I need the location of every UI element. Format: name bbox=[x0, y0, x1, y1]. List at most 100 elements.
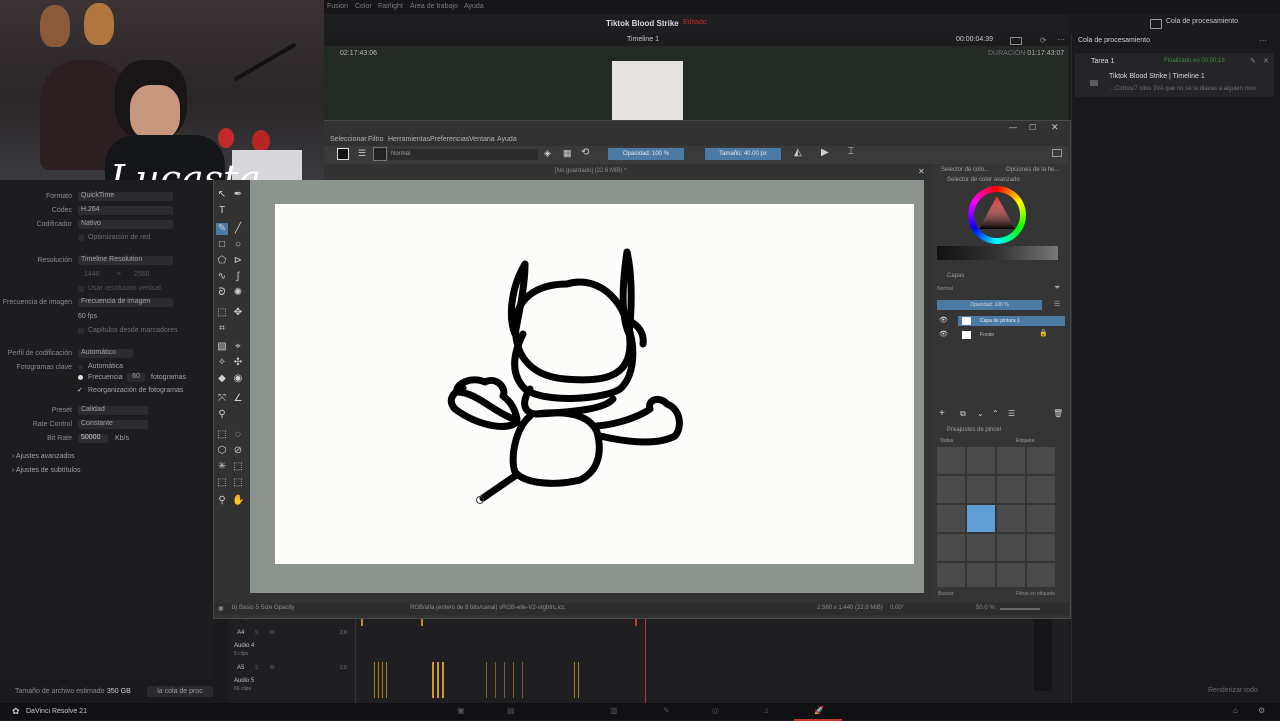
solo-button[interactable]: S bbox=[255, 630, 258, 636]
brush-preset[interactable] bbox=[997, 476, 1025, 503]
brush-preset[interactable] bbox=[1027, 563, 1055, 587]
encoder-select[interactable]: Nativo bbox=[78, 220, 173, 229]
brush-preset[interactable] bbox=[997, 534, 1025, 561]
preset-select[interactable]: Calidad bbox=[78, 406, 148, 415]
brush-preset[interactable] bbox=[997, 505, 1025, 532]
freehand-path-icon[interactable]: ∫ bbox=[232, 271, 244, 283]
freehand-select-icon[interactable]: ⊘ bbox=[232, 445, 244, 457]
more-icon[interactable]: ⋯ bbox=[1057, 35, 1065, 44]
polyline-tool-icon[interactable]: ⊳ bbox=[232, 255, 244, 267]
brush-preset-icon[interactable] bbox=[373, 147, 387, 161]
polygon-select-icon[interactable]: ⬡ bbox=[216, 445, 228, 457]
menu-help[interactable]: Ayuda bbox=[464, 3, 484, 10]
polygon-tool-icon[interactable]: ⬠ bbox=[216, 255, 228, 267]
kf-auto-radio[interactable] bbox=[78, 365, 83, 370]
document-tab[interactable]: [No guardado] (22.6 MiB) * bbox=[555, 168, 626, 174]
status-rotation[interactable]: 0.00° bbox=[890, 605, 904, 611]
kf-every-input[interactable]: 60 bbox=[127, 373, 145, 382]
delete-layer-icon[interactable]: 🗑 bbox=[1053, 409, 1063, 418]
cut-page-icon[interactable]: ▤ bbox=[507, 706, 515, 715]
crop-tool-icon[interactable]: ⌗ bbox=[216, 323, 228, 335]
sync-icon[interactable]: ⟳ bbox=[1040, 36, 1047, 45]
wrap-around-icon[interactable]: ⌶ bbox=[848, 146, 854, 157]
ellipse-tool-icon[interactable]: ○ bbox=[232, 239, 244, 251]
move-tool-icon[interactable]: ✥ bbox=[232, 307, 244, 319]
kf-every-radio[interactable] bbox=[78, 375, 83, 380]
tool-options-tab[interactable]: Opciones de la he... bbox=[1006, 167, 1059, 173]
media-page-icon[interactable]: ▣ bbox=[457, 706, 465, 715]
layer-opacity-slider[interactable]: Opacidad: 100 % bbox=[937, 300, 1042, 310]
close-window-icon[interactable]: ✕ bbox=[1051, 122, 1059, 133]
multibrush-icon[interactable]: ✺ bbox=[232, 287, 244, 299]
size-slider[interactable]: Tamaño: 40.00 px bbox=[705, 148, 781, 160]
brush-preset[interactable] bbox=[937, 476, 965, 503]
edit-job-icon[interactable]: ✎ bbox=[1250, 57, 1256, 65]
menu-select[interactable]: Seleccionar bbox=[330, 136, 367, 143]
render-queue-icon[interactable] bbox=[1150, 19, 1162, 29]
text-tool-icon[interactable]: T bbox=[216, 205, 228, 217]
playhead[interactable] bbox=[645, 613, 646, 703]
enclose-fill-icon[interactable]: ◉ bbox=[232, 373, 244, 385]
brush-preset[interactable] bbox=[1027, 447, 1055, 474]
bezier-tool-icon[interactable]: ∿ bbox=[216, 271, 228, 283]
visibility-icon[interactable]: 👁 bbox=[939, 330, 948, 338]
menu-fairlight[interactable]: Fairlight bbox=[378, 3, 403, 10]
canvas-only-icon[interactable] bbox=[1052, 149, 1062, 157]
chapters-checkbox[interactable] bbox=[78, 328, 84, 334]
queue-menu-icon[interactable]: ⋯ bbox=[1259, 36, 1267, 45]
gradient-icon[interactable]: ☰ bbox=[358, 148, 366, 159]
measure-tool-icon[interactable]: ∠ bbox=[232, 393, 244, 405]
fusion-page-icon[interactable]: ✎ bbox=[663, 706, 670, 715]
viewer-layout-icon[interactable] bbox=[1010, 37, 1022, 45]
audio-clip[interactable] bbox=[432, 662, 444, 698]
filter-in-tag-checkbox[interactable]: Filtrar en etiqueta bbox=[1016, 591, 1055, 597]
color-history-strip[interactable] bbox=[937, 246, 1058, 260]
close-document-icon[interactable]: ✕ bbox=[918, 167, 925, 176]
mirror-horizontal-icon[interactable]: ◭ bbox=[794, 147, 802, 158]
fairlight-page-icon[interactable]: ♫ bbox=[763, 706, 769, 715]
brush-preset[interactable] bbox=[1027, 534, 1055, 561]
brush-preset[interactable] bbox=[937, 563, 965, 587]
render-all-button[interactable]: Renderizar todo bbox=[1208, 687, 1258, 694]
ellipse-select-icon[interactable]: ◌ bbox=[232, 429, 244, 441]
colorize-mask-icon[interactable]: ✣ bbox=[232, 357, 244, 369]
move-down-icon[interactable]: ⌄ bbox=[977, 409, 984, 418]
edit-page-icon[interactable]: ▥ bbox=[610, 706, 618, 715]
framerate-select[interactable]: Frecuencia de imagen bbox=[78, 298, 173, 307]
brush-preset[interactable] bbox=[937, 534, 965, 561]
profile-select[interactable]: Automático bbox=[78, 349, 133, 358]
fill-tool-icon[interactable]: ◆ bbox=[216, 373, 228, 385]
rect-select-icon[interactable]: ⬚ bbox=[216, 429, 228, 441]
eraser-icon[interactable]: ◈ bbox=[544, 148, 551, 159]
res-height[interactable]: 2560 bbox=[134, 271, 150, 278]
solo-button[interactable]: S bbox=[255, 665, 258, 671]
rectangle-tool-icon[interactable]: □ bbox=[216, 239, 228, 251]
subtitle-settings[interactable]: › Ajustes de subtítulos bbox=[12, 467, 80, 474]
mute-button[interactable]: M bbox=[270, 665, 274, 671]
brush-search-input[interactable]: Buscar bbox=[938, 591, 954, 597]
add-layer-icon[interactable]: + bbox=[939, 408, 945, 419]
brush-preset[interactable] bbox=[937, 447, 965, 474]
smart-patch-icon[interactable]: ✧ bbox=[216, 357, 228, 369]
zoom-slider[interactable] bbox=[1000, 608, 1040, 610]
brush-tag-select[interactable]: Etiqueta bbox=[1016, 438, 1034, 444]
duplicate-layer-icon[interactable]: ⧉ bbox=[960, 409, 966, 419]
reference-tool-icon[interactable]: ⚲ bbox=[216, 409, 228, 421]
filter-icon[interactable]: ⏷ bbox=[1054, 283, 1060, 293]
resolution-select[interactable]: Timeline Resolution bbox=[78, 256, 173, 265]
color-selector-tab[interactable]: Selector de colo... bbox=[941, 167, 989, 173]
layers-menu-icon[interactable]: ☰ bbox=[1054, 300, 1060, 308]
close-job-icon[interactable]: ✕ bbox=[1263, 57, 1269, 65]
mirror-vertical-icon[interactable]: ▶ bbox=[821, 147, 829, 158]
brush-preset[interactable] bbox=[1027, 505, 1055, 532]
lock-icon[interactable]: 🔒 bbox=[1039, 329, 1048, 337]
menu-fusion[interactable]: Fusion bbox=[327, 3, 348, 10]
alpha-lock-icon[interactable]: ▦ bbox=[563, 148, 572, 159]
render-queue-button[interactable]: Cola de procesamiento bbox=[1166, 18, 1238, 25]
brush-preset[interactable] bbox=[967, 476, 995, 503]
calligraphy-icon[interactable]: ✒ bbox=[232, 189, 244, 201]
layer-name[interactable]: Capa de pintura 1 bbox=[980, 318, 1020, 324]
minimize-icon[interactable]: — bbox=[1009, 123, 1017, 132]
res-width[interactable]: 1440 bbox=[84, 271, 100, 278]
audio-clip[interactable] bbox=[574, 662, 582, 698]
